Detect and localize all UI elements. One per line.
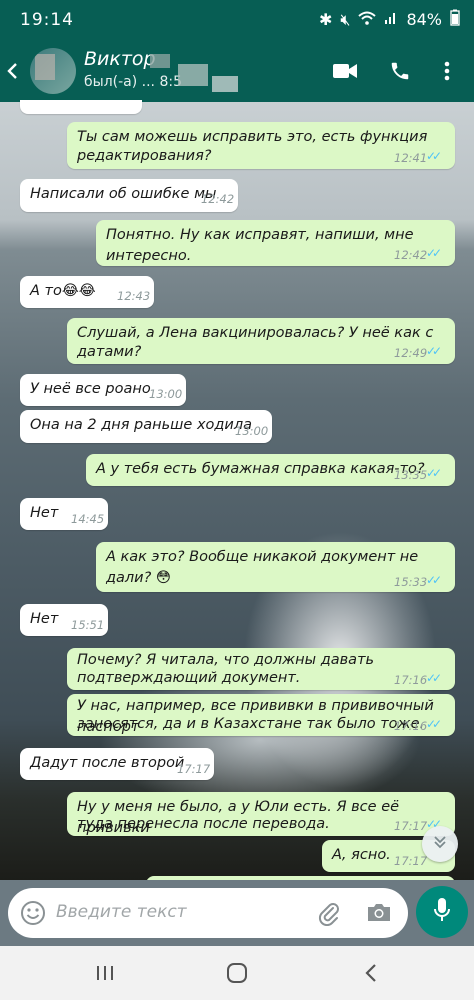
message-time: 12:43 (117, 289, 151, 303)
message-time: 12:41 (394, 151, 428, 165)
read-check-icon: ✓✓ (426, 149, 442, 163)
redaction-block (178, 64, 208, 86)
message-time: 17:17 (394, 854, 428, 868)
signal-icon (384, 10, 398, 29)
battery-icon (450, 9, 460, 30)
status-icons: ✱ 🔇︎ 84% (319, 9, 460, 30)
message-time: 12:42 (394, 248, 428, 262)
message-time: 17:17 (177, 762, 211, 776)
message-bubble[interactable]: У нас, например, все прививки в прививоч… (67, 694, 455, 736)
message-time: 17:16 (394, 719, 428, 733)
chat-header: Виктор был(-а) ... 8:5 (0, 40, 474, 102)
nav-recents-icon[interactable] (90, 958, 120, 988)
message-time: 17:17 (394, 819, 428, 833)
message-text: подтверждающий документ. (77, 670, 301, 686)
message-text: Дадут после второй (30, 755, 185, 771)
message-bubble[interactable]: Она на 2 дня раньше ходила 13:00 (20, 410, 272, 443)
message-bubble-partial (20, 100, 142, 114)
message-time: 12:42 (201, 192, 235, 206)
message-text: А у тебя есть бумажная справка какая-то? (96, 461, 425, 477)
battery-text: 84% (406, 10, 442, 29)
message-time: 15:51 (71, 618, 105, 632)
attach-icon[interactable] (316, 900, 342, 930)
message-bubble[interactable]: У неё все роано 13:00 (20, 374, 186, 406)
message-bubble[interactable]: Понятно. Ну как исправят, напиши, мне ин… (96, 220, 455, 266)
message-text: заносятся, да и в Казахстане так было то… (77, 716, 425, 732)
message-time: 17:16 (394, 673, 428, 687)
message-bubble[interactable]: А у тебя есть бумажная справка какая-то?… (86, 454, 455, 486)
nav-home-icon[interactable] (222, 958, 252, 988)
scroll-down-button[interactable] (422, 826, 458, 862)
read-check-icon: ✓✓ (426, 246, 442, 260)
message-bubble-partial (146, 876, 455, 880)
mute-icon: 🔇︎ (340, 9, 351, 29)
message-text: А, ясно. (332, 847, 391, 863)
wifi-icon (358, 10, 377, 29)
redaction-block (150, 54, 170, 68)
mic-icon (433, 897, 451, 927)
message-time: 14:45 (71, 512, 105, 526)
read-check-icon: ✓✓ (426, 717, 442, 731)
read-check-icon: ✓✓ (426, 466, 442, 480)
contact-status: был(-а) ... 8:5 (84, 74, 182, 90)
read-check-icon: ✓✓ (426, 573, 442, 587)
camera-icon[interactable] (366, 901, 392, 927)
message-bubble[interactable]: Написали об ошибке мы 12:42 (20, 179, 238, 212)
message-text: Слушай, а Лена вакцинировалась? У неё ка… (77, 325, 434, 341)
message-text: Нет (30, 611, 59, 627)
scroll-down-icon (432, 834, 448, 854)
message-list[interactable]: Ты сам можешь исправить это, есть функци… (0, 100, 474, 880)
message-time: 13:00 (149, 387, 183, 401)
more-icon[interactable] (432, 56, 462, 86)
message-bubble[interactable]: Почему? Я читала, что должны давать подт… (67, 648, 455, 690)
redaction-block (212, 76, 238, 92)
status-bar: 19:14 ✱ 🔇︎ 84% (0, 0, 474, 40)
mic-button[interactable] (416, 886, 468, 938)
phone-icon[interactable] (385, 56, 415, 86)
message-text: Она на 2 дня раньше ходила (30, 417, 253, 433)
message-time: 15:33 (394, 575, 428, 589)
message-time: 13:35 (394, 468, 428, 482)
message-text: Написали об ошибке мы (30, 186, 217, 202)
read-check-icon: ✓✓ (426, 671, 442, 685)
video-call-icon[interactable] (330, 56, 360, 86)
message-input[interactable]: Введите текст (56, 902, 187, 922)
message-time: 12:49 (394, 346, 428, 360)
contact-name[interactable]: Виктор (84, 48, 156, 70)
message-bubble[interactable]: Ты сам можешь исправить это, есть функци… (67, 122, 455, 169)
message-bubble[interactable]: А как это? Вообще никакой документ не да… (96, 542, 455, 592)
message-text: Ты сам можешь исправить это, есть функци… (77, 129, 428, 145)
message-text: редактирования? (77, 148, 212, 164)
message-time: 13:00 (235, 424, 269, 438)
nav-back-icon[interactable] (356, 958, 386, 988)
message-bubble[interactable]: Слушай, а Лена вакцинировалась? У неё ка… (67, 318, 455, 364)
back-icon[interactable] (0, 56, 26, 86)
bluetooth-icon: ✱ (318, 10, 333, 29)
system-nav-bar (0, 946, 474, 1000)
emoji-icon[interactable] (20, 900, 46, 930)
read-check-icon: ✓✓ (426, 344, 442, 358)
message-text: туда перенесла после перевода. (77, 816, 330, 832)
message-input-bar[interactable]: Введите текст (8, 888, 408, 938)
message-bubble[interactable]: А то😂😂 12:43 (20, 276, 154, 308)
message-text: У неё все роано (30, 381, 151, 397)
message-text: Нет (30, 505, 59, 521)
message-bubble[interactable]: Нет 14:45 (20, 498, 108, 530)
message-text: датами? (77, 344, 142, 360)
message-text: А то😂😂 (30, 283, 96, 299)
message-bubble[interactable]: Ну у меня не было, а у Юли есть. Я все е… (67, 792, 455, 836)
message-bubble[interactable]: Дадут после второй 17:17 (20, 748, 214, 780)
message-bubble[interactable]: Нет 15:51 (20, 604, 108, 636)
avatar[interactable] (30, 48, 76, 94)
status-time: 19:14 (20, 10, 74, 30)
